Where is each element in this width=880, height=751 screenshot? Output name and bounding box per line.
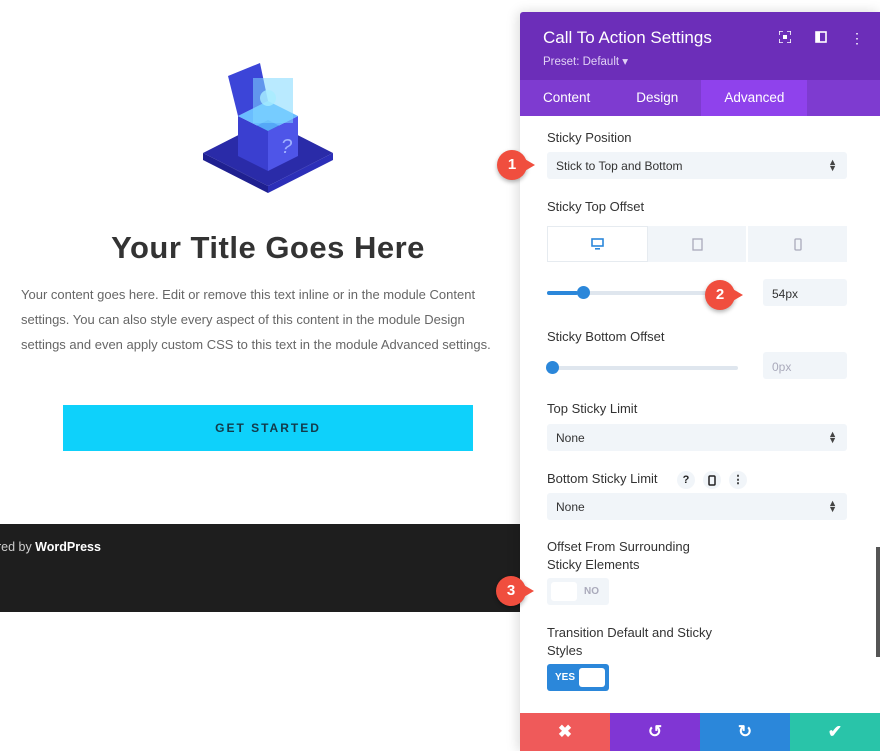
sticky-position-label: Sticky Position xyxy=(547,130,632,145)
offset-surrounding-toggle[interactable]: NO xyxy=(547,578,609,605)
panel-tabs: Content Design Advanced xyxy=(520,80,880,116)
settings-panel: Call To Action Settings Preset: Default … xyxy=(520,12,880,751)
sticky-position-select[interactable]: Stick to Top and Bottom ▲ ▼ xyxy=(547,152,847,179)
redo-button[interactable]: ↻ xyxy=(700,713,790,751)
callout-pointer xyxy=(522,584,534,598)
tab-content[interactable]: Content xyxy=(520,80,613,116)
desktop-device-tab[interactable] xyxy=(547,226,648,262)
panel-footer-actions: ✖ ↺ ↻ ✔ xyxy=(520,713,880,751)
undo-icon: ↺ xyxy=(647,722,663,741)
device-tabs xyxy=(547,226,847,262)
cta-title: Your Title Goes Here xyxy=(111,230,425,265)
undo-button[interactable]: ↺ xyxy=(610,713,700,751)
footer-credit-prefix: ered by xyxy=(0,540,32,554)
sticky-top-offset-label: Sticky Top Offset xyxy=(547,199,645,214)
redo-icon: ↻ xyxy=(737,722,753,741)
help-icon[interactable]: ? xyxy=(677,471,695,489)
select-arrows-icon: ▲ ▼ xyxy=(828,498,837,514)
split-view-icon[interactable] xyxy=(814,30,828,47)
phone-device-tab[interactable] xyxy=(748,226,847,262)
offset-surrounding-label-line2: Sticky Elements xyxy=(547,557,640,572)
page: ? Your Title Goes Here Your content goes… xyxy=(0,0,880,751)
top-sticky-limit-value: None xyxy=(556,431,585,445)
select-arrows-icon: ▲ ▼ xyxy=(828,157,837,173)
toggle-knob xyxy=(579,668,605,687)
page-preview: ? Your Title Goes Here Your content goes… xyxy=(0,0,520,751)
offset-surrounding-state: NO xyxy=(584,586,599,597)
cta-body-text: Your content goes here. Edit or remove t… xyxy=(21,287,491,352)
tab-advanced[interactable]: Advanced xyxy=(701,80,808,116)
expand-icon[interactable] xyxy=(778,30,792,47)
sticky-bottom-offset-slider[interactable] xyxy=(546,361,738,374)
save-button[interactable]: ✔ xyxy=(790,713,880,751)
mobile-icon[interactable] xyxy=(703,471,721,489)
transition-toggle[interactable]: YES xyxy=(547,664,609,691)
top-sticky-limit-select[interactable]: None ▲ ▼ xyxy=(547,424,847,451)
footer-wordpress-link[interactable]: WordPress xyxy=(35,540,101,554)
bottom-sticky-limit-value: None xyxy=(556,500,585,514)
footer-credit: ered by WordPress xyxy=(0,540,101,554)
panel-body: Sticky Position Stick to Top and Bottom … xyxy=(520,116,880,713)
transition-label-line2: Styles xyxy=(547,643,583,658)
tab-design[interactable]: Design xyxy=(613,80,701,116)
sticky-position-value: Stick to Top and Bottom xyxy=(556,159,683,173)
offset-surrounding-label: Offset From Surrounding Sticky Elements xyxy=(547,539,690,572)
more-options-icon[interactable]: ⋮ xyxy=(850,30,864,47)
bottom-sticky-limit-select[interactable]: None ▲ ▼ xyxy=(547,493,847,520)
top-sticky-limit-label: Top Sticky Limit xyxy=(547,401,638,416)
panel-scrollbar[interactable] xyxy=(876,547,880,657)
more-options-icon[interactable]: ⋮ xyxy=(729,471,747,489)
desktop-icon xyxy=(591,238,604,250)
svg-text:?: ? xyxy=(281,136,293,158)
callout-pointer xyxy=(523,158,535,172)
sticky-top-offset-input[interactable]: 54px xyxy=(763,279,847,306)
sticky-top-offset-fill xyxy=(547,291,578,295)
discard-button[interactable]: ✖ xyxy=(520,713,610,751)
select-arrows-icon: ▲ ▼ xyxy=(828,429,837,445)
preset-dropdown[interactable]: Preset: Default ▾ xyxy=(543,54,628,68)
close-icon: ✖ xyxy=(557,722,573,741)
sticky-bottom-offset-label: Sticky Bottom Offset xyxy=(547,329,665,344)
sticky-bottom-offset-input[interactable]: 0px xyxy=(763,352,847,379)
cta-illustration: ? xyxy=(203,63,333,193)
tablet-device-tab[interactable] xyxy=(648,226,749,262)
callout-badge-2: 2 xyxy=(705,280,743,310)
transition-state: YES xyxy=(555,672,576,683)
offset-surrounding-label-line1: Offset From Surrounding xyxy=(547,539,690,554)
bottom-sticky-limit-label: Bottom Sticky Limit xyxy=(547,471,658,486)
check-icon: ✔ xyxy=(827,722,843,741)
transition-label-line1: Transition Default and Sticky xyxy=(547,625,712,640)
get-started-button[interactable]: GET STARTED xyxy=(63,405,473,451)
phone-icon xyxy=(794,237,802,251)
site-footer: ered by WordPress xyxy=(0,524,520,612)
transition-label: Transition Default and Sticky Styles xyxy=(547,625,712,658)
callout-pointer xyxy=(731,288,743,302)
callout-badge-1: 1 xyxy=(497,150,535,180)
sticky-top-offset-handle[interactable] xyxy=(576,286,590,299)
callout-badge-3: 3 xyxy=(496,576,534,606)
tablet-icon xyxy=(691,237,703,251)
toggle-knob xyxy=(551,582,577,601)
sticky-bottom-offset-handle[interactable] xyxy=(546,361,559,374)
panel-header: Call To Action Settings Preset: Default … xyxy=(520,12,880,80)
bottom-sticky-limit-icons: ? ⋮ xyxy=(677,471,747,489)
header-icons: ⋮ xyxy=(778,30,864,47)
panel-title: Call To Action Settings xyxy=(543,28,712,47)
